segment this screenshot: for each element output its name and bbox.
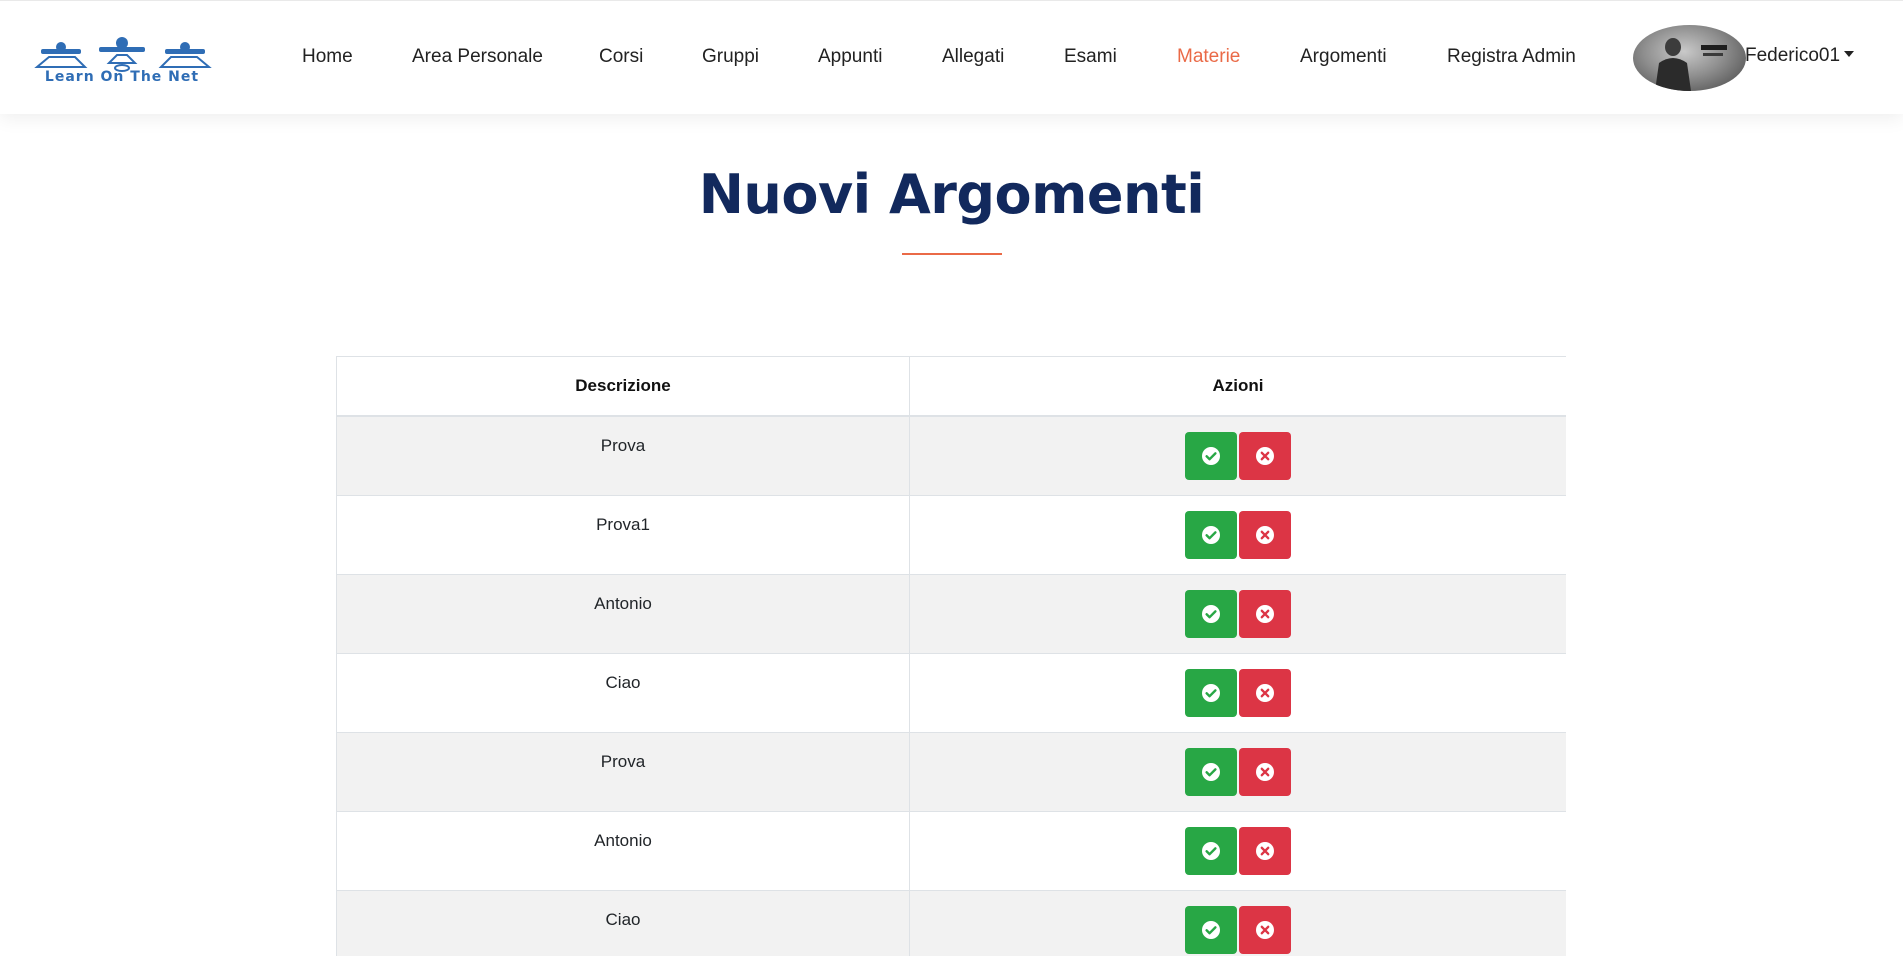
column-header-descrizione: Descrizione — [337, 357, 910, 417]
approve-button[interactable] — [1185, 590, 1237, 638]
nav-materie[interactable]: Materie — [1177, 45, 1240, 69]
cell-descrizione: Prova — [337, 416, 910, 496]
table-row: Prova — [337, 416, 1567, 496]
times-circle-icon — [1255, 604, 1275, 624]
cell-descrizione: Ciao — [337, 891, 910, 956]
times-circle-icon — [1255, 762, 1275, 782]
cell-descrizione: Ciao — [337, 654, 910, 733]
page-title: Nuovi Argomenti — [0, 160, 1903, 230]
times-circle-icon — [1255, 446, 1275, 466]
argomenti-table-container: Descrizione Azioni Prova Prova1 — [336, 356, 1566, 956]
reject-button[interactable] — [1239, 906, 1291, 954]
approve-button[interactable] — [1185, 511, 1237, 559]
cell-descrizione: Antonio — [337, 575, 910, 654]
cell-descrizione: Antonio — [337, 812, 910, 891]
cell-azioni — [910, 891, 1567, 956]
check-circle-icon — [1201, 762, 1221, 782]
table-row: Antonio — [337, 575, 1567, 654]
approve-button[interactable] — [1185, 827, 1237, 875]
nav-registra-admin[interactable]: Registra Admin — [1447, 45, 1576, 69]
table-row: Ciao — [337, 891, 1567, 956]
nav-allegati[interactable]: Allegati — [942, 45, 1004, 69]
table-row: Ciao — [337, 654, 1567, 733]
avatar[interactable] — [1633, 25, 1746, 91]
top-navbar: Learn On The Net Home Area Personale Cor… — [0, 0, 1903, 114]
nav-area-personale[interactable]: Area Personale — [412, 45, 543, 69]
check-circle-icon — [1201, 841, 1221, 861]
cell-azioni — [910, 733, 1567, 812]
check-circle-icon — [1201, 683, 1221, 703]
cell-azioni — [910, 416, 1567, 496]
check-circle-icon — [1201, 604, 1221, 624]
table-row: Prova — [337, 733, 1567, 812]
reject-button[interactable] — [1239, 748, 1291, 796]
nav-argomenti[interactable]: Argomenti — [1300, 45, 1387, 69]
approve-button[interactable] — [1185, 748, 1237, 796]
nav-appunti[interactable]: Appunti — [818, 45, 882, 69]
cell-descrizione: Prova1 — [337, 496, 910, 575]
reject-button[interactable] — [1239, 827, 1291, 875]
check-circle-icon — [1201, 525, 1221, 545]
user-menu-toggle[interactable]: Federico01 — [1745, 44, 1854, 68]
main-nav: Home Area Personale Corsi Gruppi Appunti… — [0, 1, 1903, 114]
times-circle-icon — [1255, 683, 1275, 703]
times-circle-icon — [1255, 920, 1275, 940]
times-circle-icon — [1255, 525, 1275, 545]
cell-azioni — [910, 496, 1567, 575]
reject-button[interactable] — [1239, 432, 1291, 480]
caret-down-icon — [1844, 51, 1854, 57]
user-name: Federico01 — [1745, 45, 1840, 66]
reject-button[interactable] — [1239, 590, 1291, 638]
table-row: Prova1 — [337, 496, 1567, 575]
cell-descrizione: Prova — [337, 733, 910, 812]
cell-azioni — [910, 654, 1567, 733]
reject-button[interactable] — [1239, 669, 1291, 717]
column-header-azioni: Azioni — [910, 357, 1567, 417]
approve-button[interactable] — [1185, 432, 1237, 480]
title-divider — [902, 253, 1002, 255]
nav-corsi[interactable]: Corsi — [599, 45, 643, 69]
reject-button[interactable] — [1239, 511, 1291, 559]
table-body: Prova Prova1 — [337, 416, 1567, 956]
cell-azioni — [910, 812, 1567, 891]
times-circle-icon — [1255, 841, 1275, 861]
approve-button[interactable] — [1185, 906, 1237, 954]
check-circle-icon — [1201, 446, 1221, 466]
nav-gruppi[interactable]: Gruppi — [702, 45, 759, 69]
check-circle-icon — [1201, 920, 1221, 940]
nav-home[interactable]: Home — [302, 45, 353, 69]
approve-button[interactable] — [1185, 669, 1237, 717]
avatar-image — [1633, 25, 1746, 91]
nav-esami[interactable]: Esami — [1064, 45, 1117, 69]
table-header-row: Descrizione Azioni — [337, 357, 1567, 417]
cell-azioni — [910, 575, 1567, 654]
table-row: Antonio — [337, 812, 1567, 891]
argomenti-table: Descrizione Azioni Prova Prova1 — [336, 356, 1566, 956]
